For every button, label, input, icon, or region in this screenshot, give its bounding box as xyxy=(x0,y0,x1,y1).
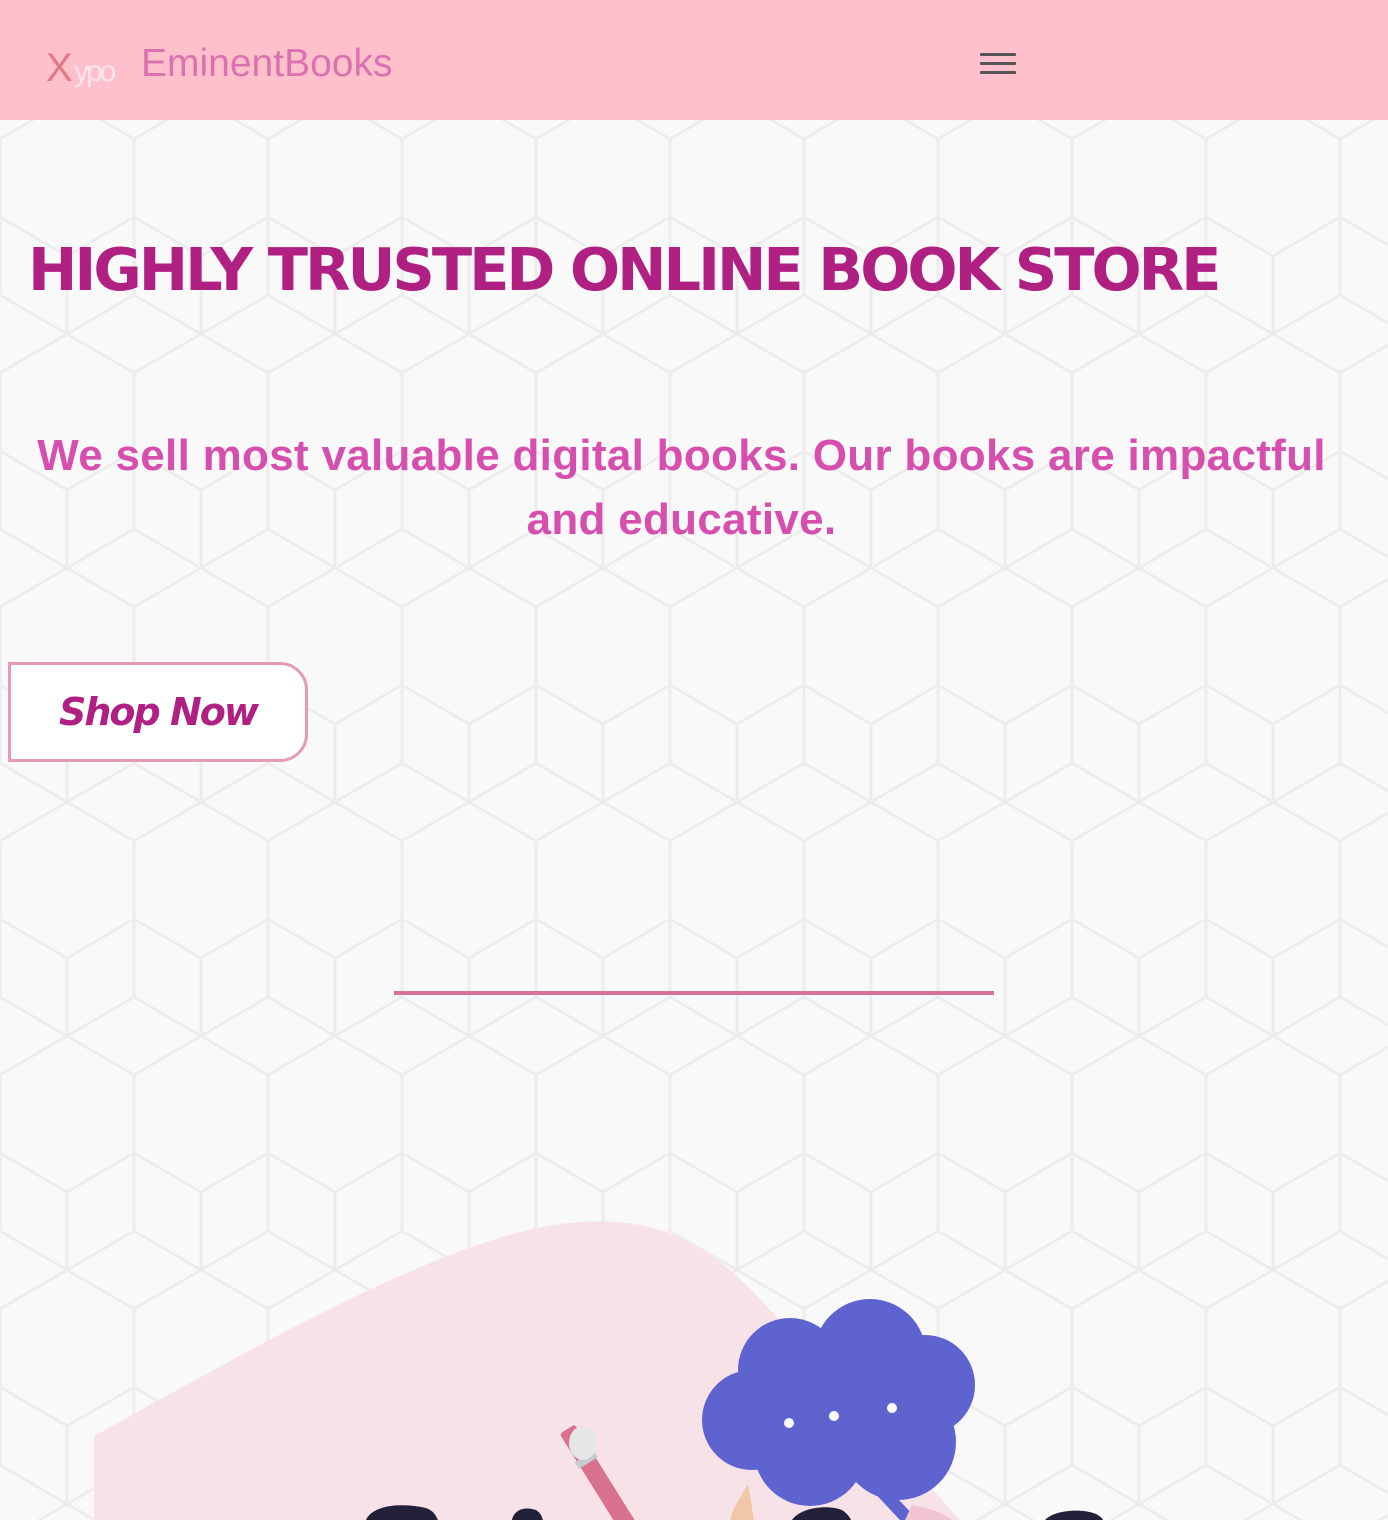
menu-bar-bottom xyxy=(980,71,1016,74)
logo-rest: ypo xyxy=(74,55,116,88)
shop-now-button[interactable]: Shop Now xyxy=(8,662,308,762)
hamburger-menu-icon[interactable] xyxy=(976,50,1020,80)
navbar: X ypo EminentBooks xyxy=(0,0,1388,120)
hero-title: HIGHLY TRUSTED ONLINE BOOK STORE xyxy=(28,235,1221,304)
logo-initial: X xyxy=(46,46,73,90)
menu-bar-top xyxy=(980,53,1016,56)
section-divider xyxy=(394,991,994,995)
menu-bar-middle xyxy=(980,62,1016,65)
brand-name[interactable]: EminentBooks xyxy=(141,40,392,88)
hero-subtitle: We sell most valuable digital books. Our… xyxy=(37,431,1326,544)
page: X ypo EminentBooks HIGHLY TRUSTED ONLINE… xyxy=(0,0,1388,1520)
hero-illustration xyxy=(94,1221,1103,1520)
hair-shape-4 xyxy=(1045,1510,1103,1520)
